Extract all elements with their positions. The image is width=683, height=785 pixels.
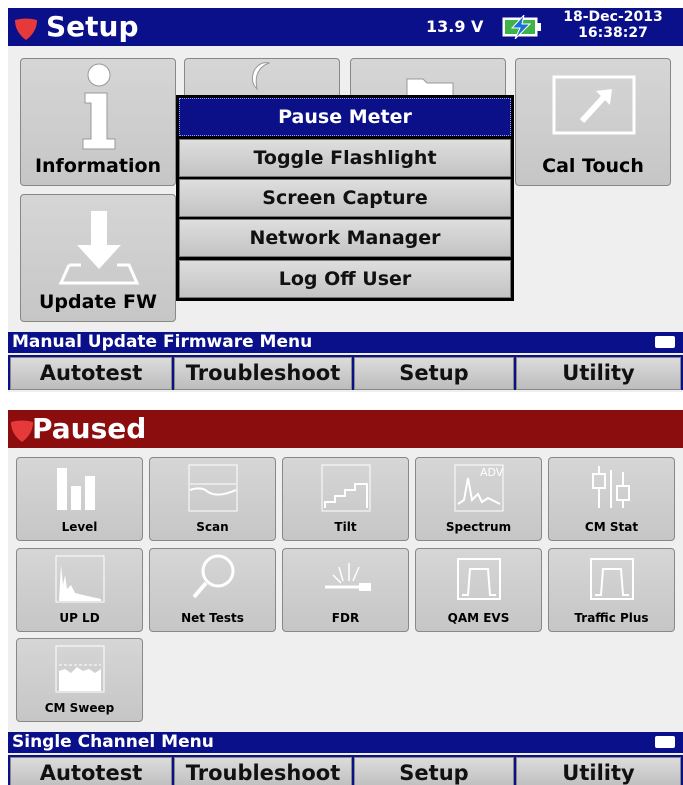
softkey-setup[interactable]: Setup — [354, 357, 514, 390]
softkey-bar: Autotest Troubleshoot Setup Utility — [8, 355, 683, 390]
status-bar-paused: Single Channel Menu — [8, 732, 683, 753]
paused-screen: Paused Level Scan Tilt ADV Spectrum CM S… — [8, 410, 683, 785]
traffic-plus-tile[interactable]: Traffic Plus — [548, 548, 675, 632]
fdr-label: FDR — [331, 611, 360, 625]
softkey-autotest[interactable]: Autotest — [10, 357, 172, 390]
qam-evs-tile[interactable]: QAM EVS — [415, 548, 542, 632]
level-icon — [57, 468, 95, 510]
update-fw-label: Update FW — [39, 291, 157, 313]
tilt-icon — [321, 464, 371, 512]
voltage-readout: 13.9 V — [426, 17, 484, 36]
menu-item-network-manager[interactable]: Network Manager — [179, 219, 511, 257]
keyboard-icon[interactable] — [655, 336, 675, 348]
traffic-plus-icon — [590, 558, 634, 600]
cm-stat-icon — [592, 466, 630, 508]
moon-icon — [251, 62, 271, 91]
menu-item-toggle-flashlight[interactable]: Toggle Flashlight — [179, 139, 511, 177]
title-bar: Setup 13.9 V 18-Dec-2013 16:38:27 — [8, 8, 683, 46]
cal-touch-label: Cal Touch — [542, 155, 644, 177]
softkey-utility[interactable]: Utility — [516, 357, 681, 390]
level-label: Level — [61, 520, 98, 534]
adv-badge: ADV — [480, 466, 504, 479]
scan-tile[interactable]: Scan — [149, 457, 276, 541]
softkey-troubleshoot[interactable]: Troubleshoot — [174, 357, 352, 390]
download-icon — [58, 211, 140, 285]
cm-sweep-tile[interactable]: CM Sweep — [16, 638, 143, 722]
status-text-paused: Single Channel Menu — [12, 732, 214, 752]
information-label: Information — [34, 155, 162, 177]
magnifier-icon — [192, 554, 235, 599]
cm-stat-label: CM Stat — [584, 520, 639, 534]
softkey-troubleshoot[interactable]: Troubleshoot — [174, 757, 352, 785]
tilt-tile[interactable]: Tilt — [282, 457, 409, 541]
date-time: 18-Dec-2013 16:38:27 — [548, 9, 678, 41]
status-text: Manual Update Firmware Menu — [12, 332, 313, 352]
date-text: 18-Dec-2013 — [563, 9, 663, 25]
time-text: 16:38:27 — [578, 25, 648, 41]
up-ld-label: UP LD — [59, 611, 100, 625]
shield-icon — [11, 420, 33, 442]
cm-sweep-label: CM Sweep — [44, 701, 115, 715]
qam-evs-label: QAM EVS — [447, 611, 510, 625]
up-ld-icon — [55, 555, 105, 603]
page-title: Setup — [46, 10, 139, 43]
paused-title: Paused — [32, 412, 147, 445]
title-bar-paused: Paused — [8, 410, 683, 448]
folder-icon — [406, 78, 454, 95]
qam-evs-icon — [457, 558, 501, 600]
battery-charging-icon — [502, 15, 541, 39]
tilt-label: Tilt — [334, 520, 357, 534]
status-bar: Manual Update Firmware Menu — [8, 332, 683, 353]
information-icon — [82, 63, 116, 150]
setup-screen: Setup 13.9 V 18-Dec-2013 16:38:27 Inform… — [8, 8, 683, 392]
information-tile[interactable]: Information — [20, 58, 176, 186]
scan-icon — [188, 464, 238, 512]
softkey-autotest[interactable]: Autotest — [10, 757, 172, 785]
cal-touch-icon — [552, 75, 636, 135]
scan-label: Scan — [196, 520, 229, 534]
softkey-setup[interactable]: Setup — [354, 757, 514, 785]
keyboard-icon[interactable] — [655, 736, 675, 748]
menu-item-screen-capture[interactable]: Screen Capture — [179, 179, 511, 217]
fdr-icon — [325, 563, 371, 591]
menu-item-pause-meter[interactable]: Pause Meter — [179, 98, 511, 136]
cal-touch-tile[interactable]: Cal Touch — [515, 58, 671, 186]
level-tile[interactable]: Level — [16, 457, 143, 541]
cm-stat-tile[interactable]: CM Stat — [548, 457, 675, 541]
net-tests-tile[interactable]: Net Tests — [149, 548, 276, 632]
context-menu: Pause Meter Toggle Flashlight Screen Cap… — [176, 95, 514, 301]
update-fw-tile[interactable]: Update FW — [20, 194, 176, 322]
spectrum-tile[interactable]: ADV Spectrum — [415, 457, 542, 541]
softkey-utility[interactable]: Utility — [516, 757, 681, 785]
softkey-bar-paused: Autotest Troubleshoot Setup Utility — [8, 755, 683, 785]
net-tests-label: Net Tests — [181, 611, 244, 625]
fdr-tile[interactable]: FDR — [282, 548, 409, 632]
spectrum-label: Spectrum — [445, 520, 512, 534]
menu-item-log-off-user[interactable]: Log Off User — [179, 260, 511, 298]
shield-icon — [15, 18, 37, 40]
up-ld-tile[interactable]: UP LD — [16, 548, 143, 632]
traffic-plus-label: Traffic Plus — [574, 611, 649, 625]
cm-sweep-icon — [55, 645, 105, 693]
